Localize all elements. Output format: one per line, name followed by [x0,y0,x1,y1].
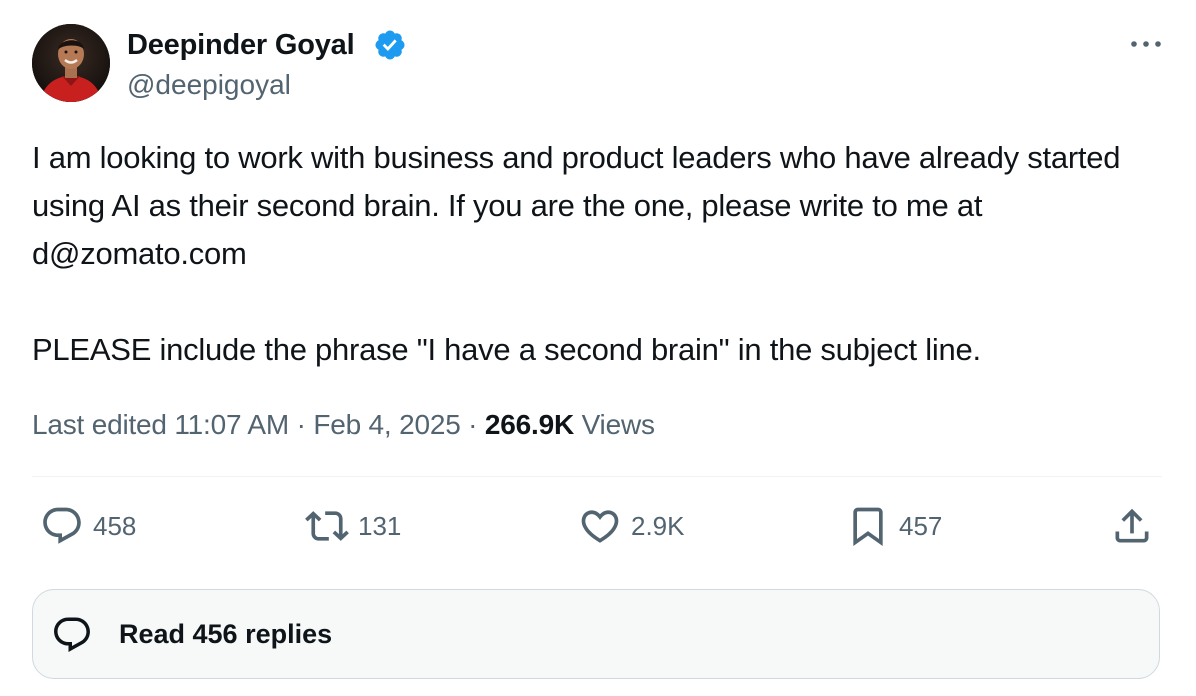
reply-icon [43,507,81,544]
more-options-button[interactable] [1126,30,1166,58]
tweet-date[interactable]: Feb 4, 2025 [313,409,460,440]
tweet-meta: Last edited 11:07 AM · Feb 4, 2025 · 266… [32,405,655,445]
views-label[interactable]: Views [582,409,655,440]
views-count[interactable]: 266.9K [485,409,574,440]
meta-separator: · [468,409,478,440]
chat-bubbles-icon [54,617,90,652]
tweet-paragraph: PLEASE include the phrase "I have a seco… [32,332,981,367]
tweet-paragraph: I am looking to work with business and p… [32,140,1121,271]
profile-photo-icon [32,24,110,102]
heart-icon [581,510,619,543]
like-button[interactable]: 2.9K [578,504,685,548]
reply-button[interactable]: 458 [40,504,136,548]
tweet-card: Deepinder Goyal @deepigoyal I am looking… [0,0,1196,696]
bookmark-button[interactable]: 457 [846,504,942,548]
repost-button[interactable]: 131 [305,504,401,548]
meta-separator: · [296,409,306,440]
share-button[interactable] [1110,504,1154,548]
edited-label[interactable]: Last edited [32,409,167,440]
more-dots-icon [1131,41,1161,47]
tweet-text: I am looking to work with business and p… [32,134,1162,374]
bookmark-icon [853,507,883,547]
repost-icon [305,511,349,541]
avatar[interactable] [32,24,110,102]
share-icon [1115,508,1149,543]
repost-count: 131 [358,511,402,541]
like-count: 2.9K [631,511,685,541]
divider [32,476,1162,477]
read-replies-label: Read 456 replies [119,619,333,649]
tweet-time[interactable]: 11:07 AM [174,409,289,440]
bookmark-count: 457 [899,511,943,541]
author-handle[interactable]: @deepigoyal [127,68,291,102]
reply-count: 458 [93,511,137,541]
verified-badge-icon[interactable] [373,28,407,62]
author-name[interactable]: Deepinder Goyal [127,28,355,62]
read-replies-button[interactable]: Read 456 replies [32,589,1160,679]
